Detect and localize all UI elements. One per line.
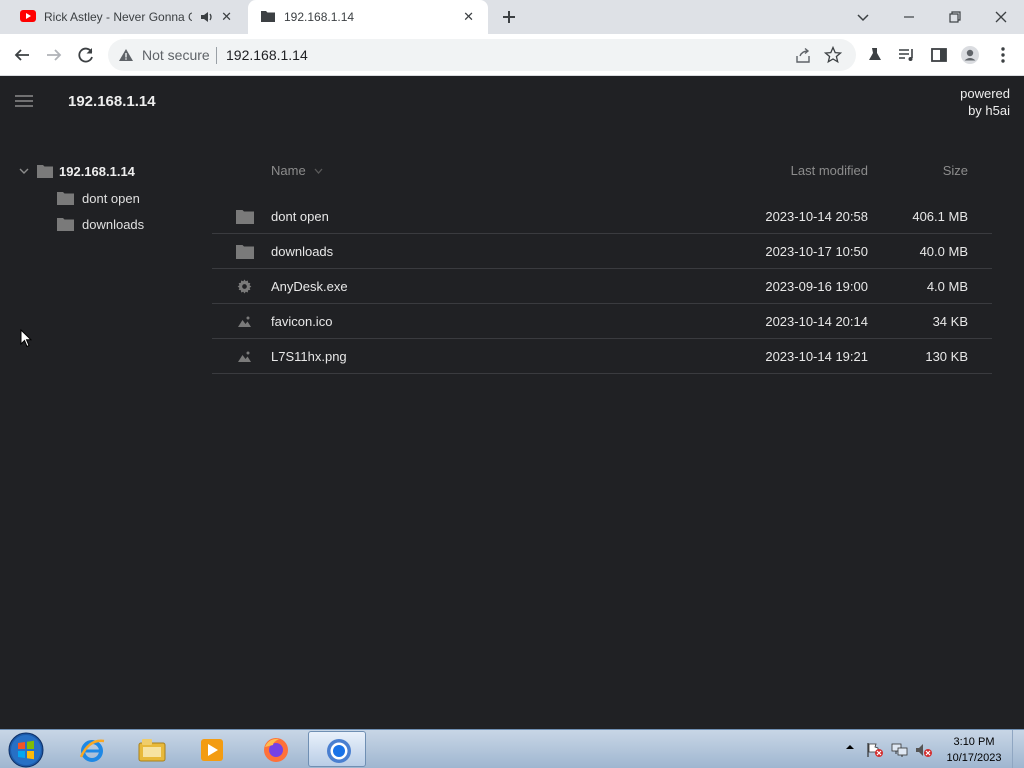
file-modified: 2023-10-14 19:21 <box>765 349 868 364</box>
side-panel-icon[interactable] <box>928 44 950 66</box>
firefox-icon <box>261 735 291 765</box>
h5ai-page: 192.168.1.14 powered by h5ai 192.168.1.1… <box>0 77 1024 729</box>
taskbar-firefox-button[interactable] <box>246 731 304 767</box>
powered-line: by h5ai <box>968 103 1010 118</box>
sort-chevron-icon <box>314 168 323 174</box>
internet-explorer-icon <box>77 735 107 765</box>
file-size: 40.0 MB <box>919 244 968 259</box>
chrome-icon <box>324 736 354 766</box>
clock-time: 3:10 PM <box>953 736 995 748</box>
file-row[interactable]: favicon.ico 2023-10-14 20:14 34 KB <box>212 304 992 339</box>
chevron-down-icon[interactable] <box>18 165 30 177</box>
warning-icon[interactable] <box>118 48 134 62</box>
folder-icon <box>236 209 254 224</box>
file-row[interactable]: downloads 2023-10-17 10:50 40.0 MB <box>212 234 992 269</box>
file-modified: 2023-10-14 20:58 <box>765 209 868 224</box>
show-desktop-button[interactable] <box>1012 730 1024 768</box>
share-icon[interactable] <box>794 47 812 65</box>
tree-root-label: 192.168.1.14 <box>59 163 135 179</box>
tree-item-dont-open[interactable]: dont open <box>57 188 140 208</box>
tree-item-downloads[interactable]: downloads <box>57 214 144 234</box>
tab-h5ai[interactable]: 192.168.1.14 ✕ <box>248 0 488 34</box>
media-player-icon <box>197 735 227 765</box>
file-name[interactable]: dont open <box>271 209 329 224</box>
forward-icon[interactable] <box>43 44 65 66</box>
image-icon <box>237 314 252 329</box>
file-size: 130 KB <box>925 349 968 364</box>
close-tab-icon[interactable]: ✕ <box>463 10 474 24</box>
file-size: 34 KB <box>932 314 968 329</box>
hamburger-menu-icon[interactable] <box>14 94 34 108</box>
taskbar-explorer-button[interactable] <box>122 731 180 767</box>
file-name[interactable]: AnyDesk.exe <box>271 279 348 294</box>
back-icon[interactable] <box>11 44 33 66</box>
network-icon[interactable] <box>891 742 909 758</box>
address-bar[interactable]: Not secure 192.168.1.14 <box>108 39 856 71</box>
restore-icon[interactable] <box>944 6 966 28</box>
media-control-icon[interactable] <box>896 44 918 66</box>
mouse-cursor-icon <box>20 329 32 348</box>
gear-icon <box>237 279 252 294</box>
screen: { "browser": { "tabs": [ {"title": "Rick… <box>0 0 1024 768</box>
clock-date: 10/17/2023 <box>946 752 1002 764</box>
youtube-icon <box>20 9 36 23</box>
folder-icon <box>57 217 74 231</box>
extension-icon[interactable] <box>864 44 886 66</box>
url-text[interactable]: 192.168.1.14 <box>226 47 308 63</box>
file-explorer-icon <box>137 735 167 765</box>
header-label: Name <box>271 163 306 178</box>
file-row[interactable]: AnyDesk.exe 2023-09-16 19:00 4.0 MB <box>212 269 992 304</box>
taskbar-chrome-button[interactable] <box>308 731 366 767</box>
taskbar: 3:10 PM 10/17/2023 <box>0 729 1024 768</box>
folder-icon <box>37 164 53 178</box>
close-window-icon[interactable] <box>990 6 1012 28</box>
file-row[interactable]: dont open 2023-10-14 20:58 406.1 MB <box>212 199 992 234</box>
folder-icon <box>236 244 254 259</box>
show-hidden-icons-icon[interactable] <box>845 742 855 752</box>
page-title[interactable]: 192.168.1.14 <box>68 93 156 110</box>
taskbar-ie-button[interactable] <box>62 731 120 767</box>
menu-kebab-icon[interactable] <box>992 44 1014 66</box>
tab-strip: Rick Astley - Never Gonna Give You Up ✕ … <box>0 0 1024 34</box>
file-name[interactable]: downloads <box>271 244 333 259</box>
volume-muted-icon[interactable] <box>915 742 933 758</box>
start-button[interactable] <box>6 731 46 768</box>
size-column-header[interactable]: Size <box>943 163 968 178</box>
tab-title: 192.168.1.14 <box>284 10 355 24</box>
divider <box>216 47 217 64</box>
file-size: 406.1 MB <box>912 209 968 224</box>
name-column-header[interactable]: Name <box>271 163 323 178</box>
file-modified: 2023-10-17 10:50 <box>765 244 868 259</box>
file-name[interactable]: favicon.ico <box>271 314 332 329</box>
browser-toolbar: Not secure 192.168.1.14 <box>0 34 1024 76</box>
image-icon <box>237 349 252 364</box>
tree-item-label: dont open <box>82 190 140 206</box>
modified-column-header[interactable]: Last modified <box>791 163 868 178</box>
system-clock[interactable]: 3:10 PM 10/17/2023 <box>942 734 1006 766</box>
taskbar-media-button[interactable] <box>182 731 240 767</box>
folder-icon <box>57 191 74 205</box>
tab-title: Rick Astley - Never Gonna Give You Up <box>44 10 192 24</box>
tab-search-icon[interactable] <box>852 6 874 28</box>
folder-icon <box>260 9 276 23</box>
file-modified: 2023-10-14 20:14 <box>765 314 868 329</box>
file-row[interactable]: L7S11hx.png 2023-10-14 19:21 130 KB <box>212 339 992 374</box>
minimize-icon[interactable] <box>898 6 920 28</box>
tree-item-label: downloads <box>82 216 145 232</box>
profile-avatar-icon[interactable] <box>959 44 981 66</box>
file-name[interactable]: L7S11hx.png <box>271 349 347 364</box>
tab-youtube[interactable]: Rick Astley - Never Gonna Give You Up ✕ <box>8 0 246 34</box>
tree-root[interactable]: 192.168.1.14 <box>18 161 135 181</box>
action-center-flag-icon[interactable] <box>866 742 884 758</box>
file-modified: 2023-09-16 19:00 <box>765 279 868 294</box>
reload-icon[interactable] <box>75 44 97 66</box>
file-size: 4.0 MB <box>926 279 968 294</box>
speaker-icon[interactable] <box>200 10 214 24</box>
new-tab-icon[interactable] <box>500 8 518 26</box>
close-tab-icon[interactable]: ✕ <box>221 10 232 24</box>
bookmark-star-icon[interactable] <box>824 46 842 64</box>
powered-by-link[interactable]: powered by h5ai <box>960 85 1010 119</box>
security-label[interactable]: Not secure <box>142 47 210 63</box>
powered-line: powered <box>960 86 1010 101</box>
